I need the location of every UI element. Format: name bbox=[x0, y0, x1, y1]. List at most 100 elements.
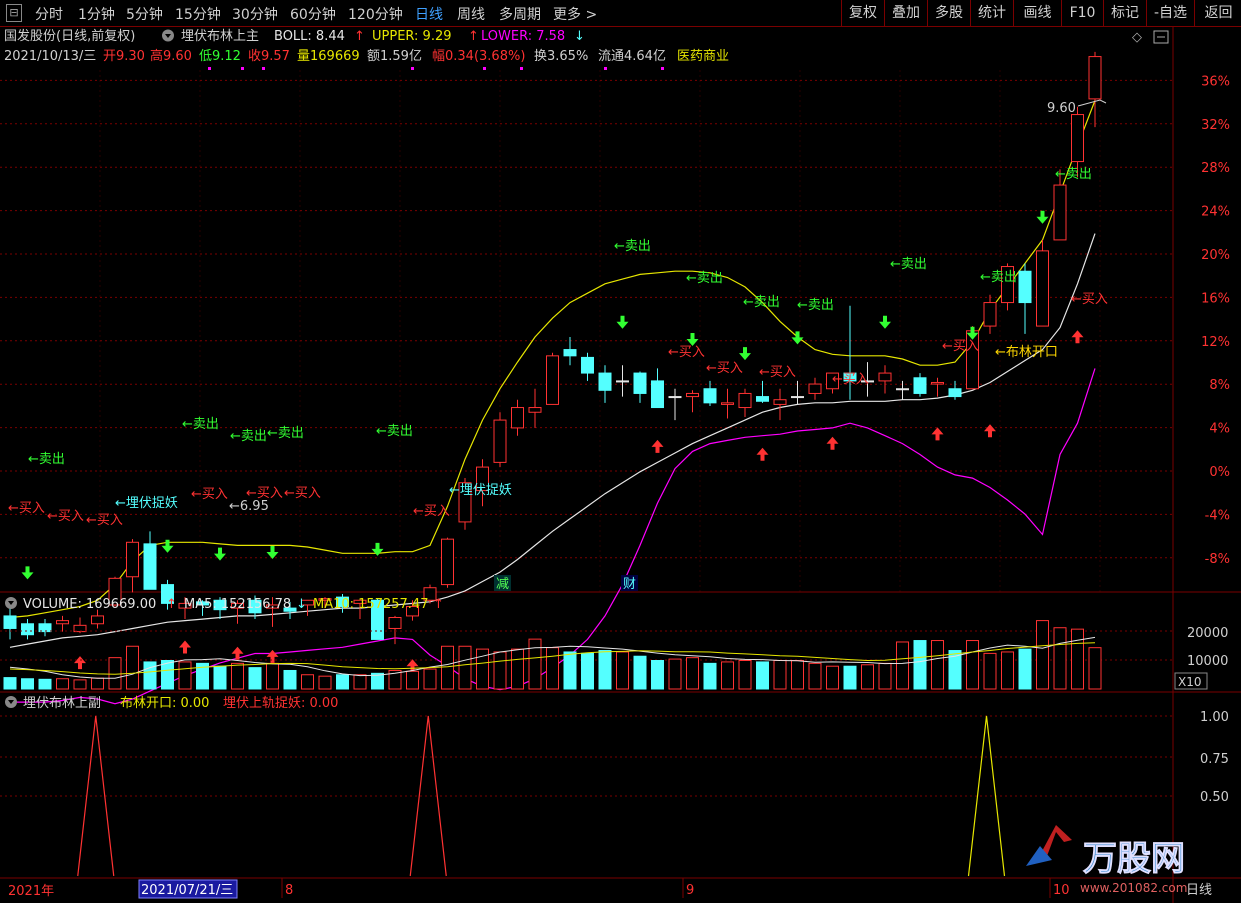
sell-arrow-icon bbox=[739, 347, 751, 361]
sell-arrow-icon bbox=[616, 315, 629, 329]
price-tick: 16% bbox=[1201, 291, 1230, 306]
buy-label: ←买入 bbox=[47, 509, 84, 524]
volume-bar bbox=[423, 668, 437, 690]
volume-bar bbox=[651, 660, 664, 690]
high-price-pointer bbox=[1077, 99, 1107, 107]
volume-unit: X10 bbox=[1178, 675, 1202, 689]
volume-bar bbox=[563, 651, 577, 690]
candle-body bbox=[773, 399, 787, 405]
buy-label: ←买入 bbox=[706, 361, 743, 376]
price-tick: 4% bbox=[1209, 422, 1230, 437]
volume-bar bbox=[598, 650, 612, 690]
volume-bar bbox=[353, 674, 367, 690]
ambush-label: ←埋伏捉妖 bbox=[115, 496, 178, 511]
sell-arrow-icon bbox=[879, 315, 891, 329]
price-tick: 28% bbox=[1201, 161, 1230, 176]
price-tick: 36% bbox=[1201, 74, 1230, 89]
volume-bar bbox=[878, 662, 892, 690]
candle-body bbox=[528, 407, 542, 413]
volume-bar bbox=[966, 640, 979, 690]
indicator-dropdown-icon[interactable] bbox=[162, 29, 174, 42]
info-date: 2021/10/13/三 bbox=[4, 49, 96, 64]
sub-indicator-name[interactable]: 埋伏布林上副 bbox=[23, 696, 101, 711]
stock-title: 国发股份(日线,前复权) bbox=[4, 28, 135, 44]
volume-bar bbox=[668, 658, 682, 690]
volume-bar bbox=[581, 652, 594, 690]
diamond-icon[interactable]: ◇ bbox=[1132, 30, 1142, 45]
boll-open-value: 布林开口: 0.00 bbox=[120, 696, 209, 711]
volume-bar bbox=[1088, 647, 1102, 690]
volume-bar bbox=[773, 660, 787, 690]
sell-label: ←卖出 bbox=[376, 424, 413, 439]
buy-arrow-icon bbox=[756, 447, 769, 461]
volume-bar bbox=[91, 677, 104, 690]
lower-down-arrow: ↓ bbox=[574, 29, 585, 44]
sell-arrow-icon bbox=[214, 547, 226, 561]
candle-body bbox=[616, 380, 629, 383]
volume-bar bbox=[231, 662, 244, 690]
candle-body bbox=[913, 377, 927, 394]
volume-bar bbox=[983, 652, 997, 690]
buy-label: ←买入 bbox=[191, 487, 228, 502]
indicator-name[interactable]: 埋伏布林上主 bbox=[181, 29, 259, 44]
candle-body bbox=[1088, 56, 1102, 100]
buy-arrow-icon bbox=[231, 646, 244, 660]
sell-label: ←卖出 bbox=[28, 452, 65, 467]
volume-bar bbox=[143, 661, 157, 690]
upper-up-arrow: ↑ bbox=[468, 29, 479, 44]
volume-bar bbox=[283, 669, 297, 690]
jian-label: 减 bbox=[496, 577, 509, 592]
sell-label: ←卖出 bbox=[614, 239, 651, 254]
candle-body bbox=[91, 615, 104, 625]
buy-arrow-icon bbox=[179, 640, 191, 654]
price-tick: 20% bbox=[1201, 248, 1230, 263]
high-price-label: 9.60 bbox=[1047, 101, 1076, 116]
volume-bar bbox=[1071, 628, 1084, 690]
info-volume: 量169669 bbox=[297, 49, 360, 64]
buy-arrow-icon bbox=[74, 656, 86, 670]
candle-body bbox=[1053, 184, 1067, 241]
candle-body bbox=[896, 388, 909, 391]
candle-body bbox=[703, 388, 717, 404]
volume-bar bbox=[528, 638, 542, 690]
price-gridlines bbox=[0, 70, 1173, 592]
candle-body bbox=[983, 302, 997, 327]
upper-value: UPPER: 9.29 bbox=[372, 29, 452, 44]
volume-bar bbox=[21, 678, 34, 690]
sell-arrow-icon bbox=[1036, 210, 1049, 224]
ambush-value: 埋伏上轨捉妖: 0.00 bbox=[223, 696, 338, 711]
volume-bar bbox=[808, 662, 822, 690]
candle-body bbox=[686, 392, 699, 398]
candle-body bbox=[721, 402, 734, 405]
candle-body bbox=[388, 616, 402, 629]
boll-up-arrow: ↑ bbox=[354, 29, 365, 44]
volume-bar bbox=[56, 678, 69, 690]
volume-bar bbox=[126, 645, 139, 690]
sub-panel-header: 埋伏布林上副 布林开口: 0.00 埋伏上轨捉妖: 0.00 bbox=[5, 696, 338, 711]
volume-bar bbox=[161, 660, 174, 690]
candle-body bbox=[1071, 114, 1084, 163]
volume-bar bbox=[686, 657, 699, 690]
buy-label: ←买入 bbox=[759, 365, 796, 380]
candlesticks bbox=[3, 51, 1102, 645]
month-label: 9 bbox=[686, 883, 694, 898]
candle-body bbox=[948, 388, 962, 398]
buy-arrow-icon bbox=[266, 649, 279, 663]
sub-tick: 1.00 bbox=[1200, 710, 1229, 725]
candle-body bbox=[651, 380, 664, 409]
ma5-down-arrow: ↓ bbox=[296, 597, 307, 612]
candle-body bbox=[21, 623, 34, 636]
time-axis: 2021年 2021/07/21/三 8 9 10 日线 bbox=[8, 878, 1212, 899]
info-open: 开9.30 bbox=[103, 49, 145, 64]
volume-bar bbox=[336, 674, 349, 690]
volume-bar bbox=[318, 675, 332, 690]
candle-body bbox=[1036, 250, 1049, 327]
volume-bar bbox=[633, 655, 647, 690]
volume-bar bbox=[756, 661, 769, 690]
buy-label: ←买入 bbox=[942, 339, 979, 354]
volume-bar bbox=[511, 648, 524, 690]
sell-label: ←卖出 bbox=[182, 417, 219, 432]
candle-body bbox=[878, 372, 892, 382]
cursor-date: 2021/07/21/三 bbox=[141, 883, 233, 898]
watermark-url: www.201082.com bbox=[1080, 881, 1187, 895]
